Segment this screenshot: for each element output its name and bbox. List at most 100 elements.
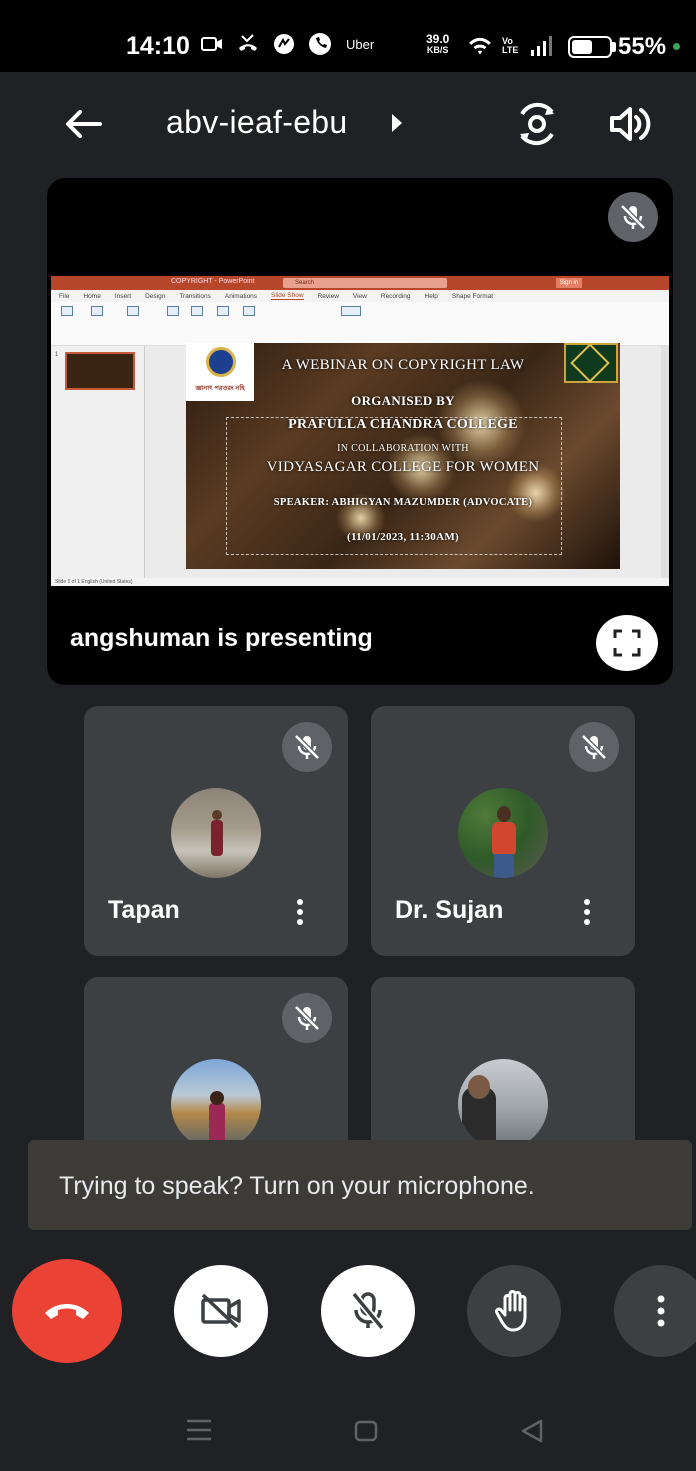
ppt-window-title: COPYRIGHT - PowerPoint: [171, 278, 255, 285]
uber-label: Uber: [346, 36, 375, 52]
ppt-statusbar: Slide 1 of 1 English (United States): [51, 578, 669, 586]
ppt-ribbon: [51, 302, 669, 346]
ppt-menu-tab: Help: [424, 292, 438, 300]
participant-muted-badge: [569, 722, 619, 772]
ppt-menu-tab: Insert: [114, 292, 132, 300]
ppt-menu: File Home Insert Design Transitions Animation…: [51, 290, 669, 302]
ppt-menu-tab: View: [352, 292, 367, 300]
avatar: [458, 1059, 548, 1149]
slide-datetime: (11/01/2023, 11:30AM): [346, 531, 459, 543]
slide-title: A WEBINAR ON COPYRIGHT LAW: [281, 357, 525, 373]
net-speed: 39.0 KB/S: [426, 32, 450, 56]
participant-name: Dr. Sujan: [395, 896, 504, 924]
notification-icons: Uber: [200, 32, 374, 56]
meet-screen: 14:10 Uber 39.0 KB/S Vo LTE 55% abv-ieaf…: [0, 0, 696, 1471]
ppt-search: Search: [283, 278, 447, 288]
avatar-figure-head: [210, 1091, 224, 1105]
mic-toggle-button[interactable]: [321, 1265, 415, 1357]
camera-off-icon: [201, 1293, 241, 1329]
presentation-tile[interactable]: COPYRIGHT - PowerPoint Search Sign in Fi…: [47, 178, 673, 685]
avatar: [458, 788, 548, 878]
more-vert-icon[interactable]: [286, 892, 314, 932]
snackbar-message: Trying to speak? Turn on your microphone…: [59, 1172, 535, 1200]
presenter-muted-badge: [608, 192, 658, 242]
slide-speaker: SPEAKER: ABHIGYAN MAZUMDER (ADVOCATE): [273, 497, 533, 508]
nav-back-icon[interactable]: [520, 1419, 544, 1443]
chevron-right-icon[interactable]: [390, 113, 404, 133]
raise-hand-button[interactable]: [467, 1265, 561, 1357]
ppt-thumbnail-pane: 1: [51, 346, 145, 578]
participant-tile[interactable]: Tapan: [84, 706, 348, 956]
ppt-menu-tab: Design: [145, 292, 166, 300]
connectivity-icons: Vo LTE: [466, 33, 554, 59]
avatar-figure-legs: [494, 854, 514, 878]
battery-fill: [572, 40, 592, 54]
slide-collab: IN COLLABORATION WITH: [337, 443, 469, 454]
speaker-icon[interactable]: [608, 102, 652, 146]
ppt-menu-tab: Review: [317, 292, 339, 300]
ribbon-icon: [167, 306, 179, 316]
meeting-code[interactable]: abv-ieaf-ebu: [166, 104, 348, 141]
signal-icon: [531, 36, 552, 56]
more-vert-icon: [657, 1295, 665, 1327]
status-time: 14:10: [126, 32, 190, 60]
ppt-menu-tab: Slide Show: [271, 292, 304, 300]
home-icon[interactable]: [354, 1420, 378, 1442]
net-speed-unit: KB/S: [426, 45, 449, 55]
ribbon-icon: [217, 306, 229, 316]
ppt-menu-tab: File: [59, 292, 70, 300]
battery-cap: [612, 42, 616, 52]
end-call-button[interactable]: [12, 1259, 122, 1363]
fullscreen-button[interactable]: [596, 615, 658, 671]
avatar-figure: [211, 820, 223, 856]
ribbon-icon: [243, 306, 255, 316]
ppt-menu-tab: Animations: [224, 292, 258, 300]
avatar-figure: [209, 1103, 225, 1143]
participant-muted-badge: [282, 993, 332, 1043]
mic-off-icon: [581, 734, 607, 760]
mic-off-icon: [294, 734, 320, 760]
video-icon: [201, 37, 222, 51]
missed-call-icon: [239, 34, 257, 51]
avatar-figure-head: [497, 806, 511, 822]
ribbon-icon: [341, 306, 361, 316]
switch-camera-icon[interactable]: [512, 100, 562, 148]
camera-toggle-button[interactable]: [174, 1265, 268, 1357]
slide-college: PRAFULLA CHANDRA COLLEGE: [288, 417, 518, 432]
wifi-icon: [469, 37, 491, 55]
avatar-figure-head: [212, 810, 222, 820]
ribbon-icon: [191, 306, 203, 316]
recents-icon[interactable]: [186, 1418, 212, 1442]
shared-screen: COPYRIGHT - PowerPoint Search Sign in Fi…: [51, 276, 669, 586]
mic-off-icon: [351, 1291, 385, 1331]
ppt-canvas: জ্ঞানাৎ পরতরং নহি A WEBINAR ON COPYRIGHT…: [145, 343, 661, 578]
avatar-figure-head: [468, 1075, 490, 1099]
mic-off-icon: [620, 204, 646, 230]
ppt-menu-tab: Home: [83, 292, 101, 300]
avatar: [171, 788, 261, 878]
more-options-button[interactable]: [614, 1265, 696, 1357]
fullscreen-icon: [613, 629, 641, 657]
ppt-scrollbar: [661, 346, 669, 578]
ribbon-icon: [127, 306, 139, 316]
ribbon-icon: [91, 306, 103, 316]
snackbar: Trying to speak? Turn on your microphone…: [28, 1140, 692, 1230]
ppt-titlebar: COPYRIGHT - PowerPoint Search Sign in: [51, 276, 669, 290]
presenter-label: angshuman is presenting: [70, 624, 373, 652]
ppt-menu-tab: Shape Format: [451, 292, 494, 300]
ppt-slide-thumbnail: [65, 352, 135, 390]
slide-partner: VIDYASAGAR COLLEGE FOR WOMEN: [266, 459, 540, 475]
participant-tile[interactable]: Dr. Sujan: [371, 706, 635, 956]
mic-off-icon: [294, 1005, 320, 1031]
net-speed-value: 39.0: [426, 32, 450, 46]
battery-icon: [568, 36, 612, 58]
ppt-thumb-number: 1: [55, 352, 59, 358]
status-bar: 14:10 Uber 39.0 KB/S Vo LTE 55%: [0, 0, 696, 72]
more-vert-icon[interactable]: [573, 892, 601, 932]
participant-name: Tapan: [108, 896, 180, 924]
back-arrow-icon[interactable]: [60, 101, 106, 147]
share-icon: [274, 34, 294, 54]
volte-label: Vo LTE: [502, 36, 519, 55]
avatar-figure: [492, 822, 516, 856]
status-dot: [673, 43, 680, 50]
